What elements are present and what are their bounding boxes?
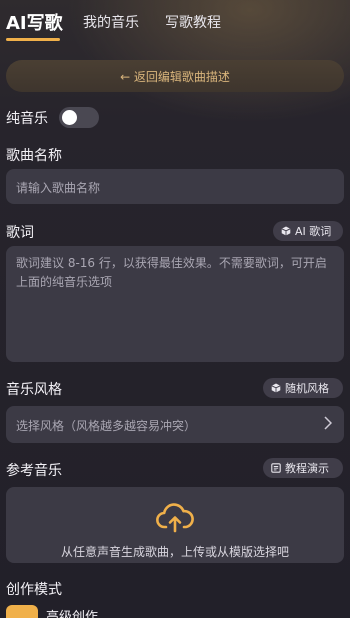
random-style-label: 随机风格	[285, 382, 329, 395]
ai-lyrics-button[interactable]: AI 歌词	[273, 221, 343, 241]
upload-reference-area[interactable]: 从任意声音生成歌曲，上传或从模版选择吧	[6, 487, 344, 563]
tab-songwriting-tutorial[interactable]: 写歌教程	[165, 12, 221, 32]
tutorial-demo-label: 教程演示	[285, 462, 329, 475]
pure-music-toggle[interactable]	[59, 107, 99, 128]
cube-icon	[271, 383, 281, 393]
song-name-input[interactable]: 请输入歌曲名称	[6, 169, 344, 204]
tab-ai-write-song[interactable]: AI写歌	[6, 9, 63, 35]
upload-hint-text: 从任意声音生成歌曲，上传或从模版选择吧	[60, 545, 289, 559]
ai-lyrics-label: AI 歌词	[295, 225, 332, 238]
style-select-placeholder: 选择风格（风格越多越容易冲突）	[16, 419, 197, 433]
pure-music-label: 纯音乐	[6, 111, 48, 127]
lyrics-placeholder: 歌词建议 8-16 行，以获得最佳效果。不需要歌词，可开启上面的纯音乐选项	[16, 256, 327, 289]
tutorial-demo-button[interactable]: 教程演示	[263, 458, 343, 478]
lyrics-label: 歌词	[6, 225, 34, 241]
lyrics-textarea[interactable]: 歌词建议 8-16 行，以获得最佳效果。不需要歌词，可开启上面的纯音乐选项	[6, 246, 344, 362]
document-icon	[271, 463, 281, 473]
advanced-mode-icon	[6, 605, 38, 618]
random-style-button[interactable]: 随机风格	[263, 378, 343, 398]
song-name-label: 歌曲名称	[6, 148, 62, 164]
back-to-edit-description-button[interactable]: ← 返回编辑歌曲描述	[6, 60, 344, 92]
style-select[interactable]: 选择风格（风格越多越容易冲突）	[6, 406, 344, 443]
advanced-creation-option[interactable]: 高级创作	[46, 606, 98, 618]
cloud-upload-icon	[156, 503, 194, 533]
top-tab-bar: AI写歌 我的音乐 写歌教程	[0, 0, 350, 50]
chevron-right-icon	[324, 416, 332, 430]
song-name-placeholder: 请输入歌曲名称	[16, 181, 101, 195]
tab-my-music[interactable]: 我的音乐	[83, 12, 139, 32]
creation-mode-label: 创作模式	[6, 582, 62, 598]
toggle-knob	[62, 110, 77, 125]
reference-music-label: 参考音乐	[6, 463, 62, 479]
music-style-label: 音乐风格	[6, 382, 62, 398]
cube-icon	[281, 226, 291, 236]
active-tab-indicator	[6, 38, 60, 41]
